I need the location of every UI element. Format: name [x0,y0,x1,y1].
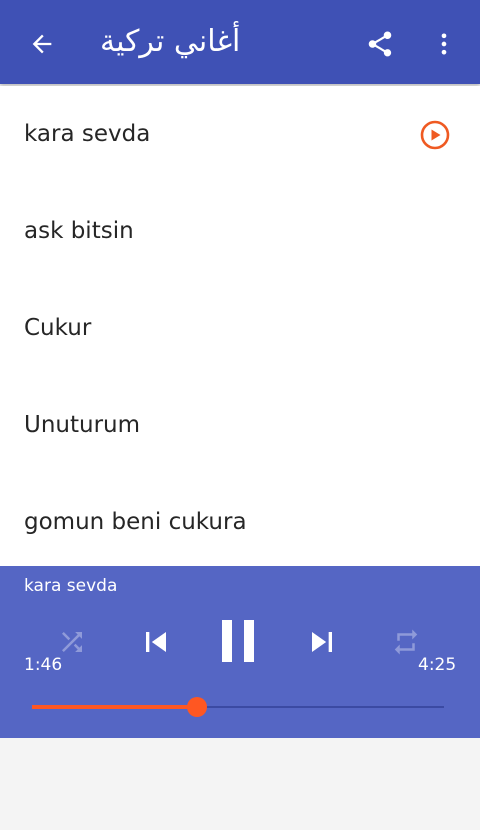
app-screen: أغاني تركية kara sevda ask bitsin Cukur … [0,0,480,830]
seek-thumb[interactable] [187,697,207,717]
next-button[interactable] [300,618,344,666]
song-item[interactable]: ask bitsin [0,183,480,280]
more-vertical-icon [441,33,447,55]
song-list: kara sevda ask bitsin Cukur Unuturum gom… [0,86,480,566]
total-duration: 4:25 [418,655,457,675]
seek-bar[interactable] [32,697,444,717]
seek-progress [32,705,197,709]
empty-area [0,738,480,830]
song-title: Unuturum [24,412,141,438]
skip-previous-icon [146,632,166,652]
more-options-button[interactable] [428,24,460,64]
song-item[interactable]: kara sevda [0,86,480,183]
repeat-icon [394,629,418,655]
song-title: kara sevda [24,121,151,147]
song-item[interactable]: Unuturum [0,377,480,474]
song-item[interactable]: gomun beni cukura [0,474,480,566]
pause-icon [222,620,254,662]
song-title: ask bitsin [24,218,134,244]
song-title: Cukur [24,315,92,341]
arrow-left-icon [32,34,52,54]
music-player: kara sevda 1:46 4:25 [0,566,480,738]
back-button[interactable] [22,24,62,64]
now-playing-title: kara sevda [24,576,118,596]
song-item[interactable]: Cukur [0,280,480,377]
play-circle-icon[interactable] [418,118,452,152]
share-icon [368,31,392,57]
elapsed-time: 1:46 [24,655,63,675]
toolbar: أغاني تركية [0,0,480,84]
pause-button[interactable] [212,614,264,668]
song-title: gomun beni cukura [24,509,247,535]
page-title: أغاني تركية [100,24,241,59]
shuffle-icon [62,632,82,652]
previous-button[interactable] [134,618,178,666]
skip-next-icon [312,632,332,652]
share-button[interactable] [360,24,400,64]
